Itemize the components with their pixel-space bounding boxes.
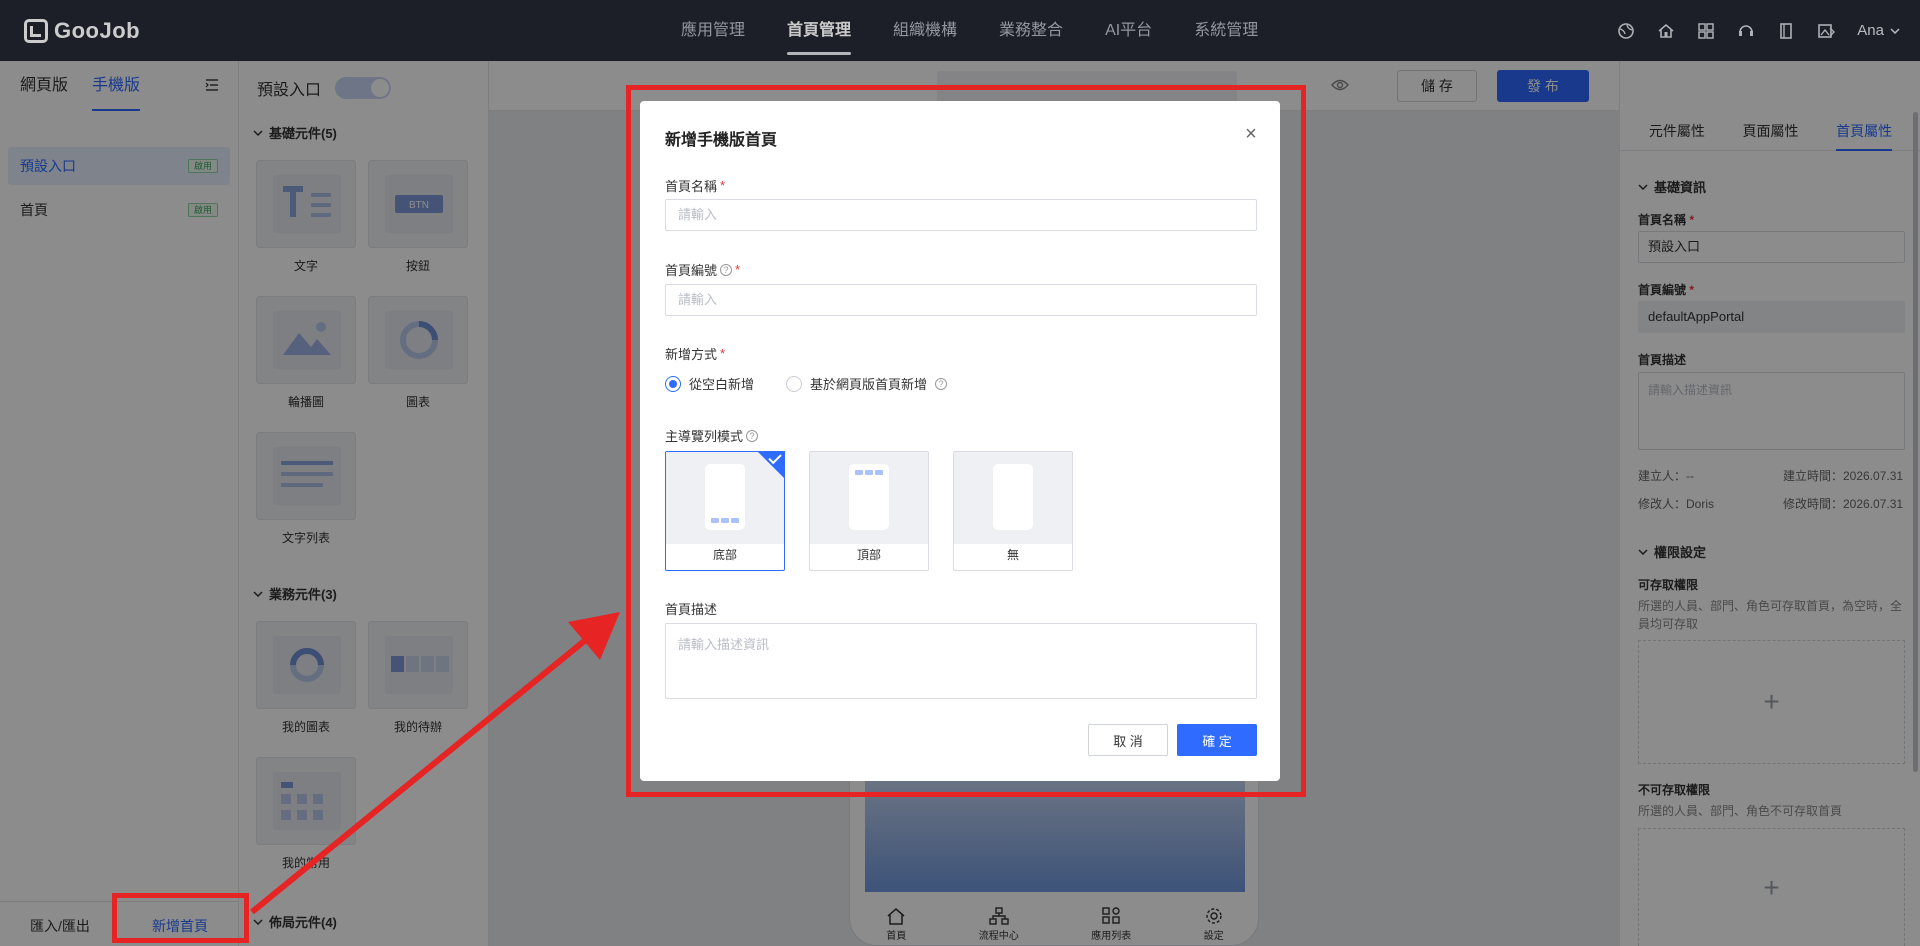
modal-backdrop-top — [0, 0, 1920, 61]
annotation-highlight-add-button — [112, 893, 249, 943]
annotation-highlight-dialog — [626, 85, 1306, 797]
